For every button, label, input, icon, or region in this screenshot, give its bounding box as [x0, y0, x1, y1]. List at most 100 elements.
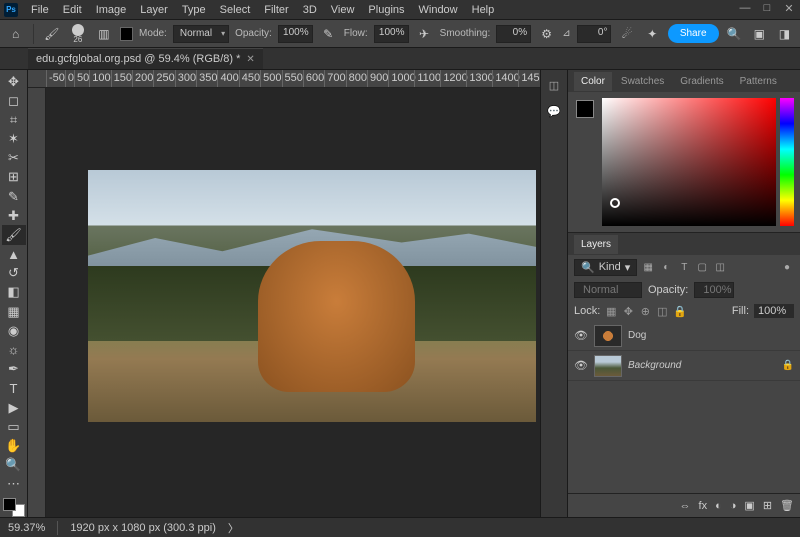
lock-artboard-icon[interactable]: ⊕	[639, 305, 651, 318]
marquee-tool[interactable]: ◻	[2, 91, 26, 110]
layer-name[interactable]: Background	[628, 360, 681, 371]
pen-tool[interactable]: ✒	[2, 360, 26, 379]
menu-window[interactable]: Window	[412, 1, 465, 19]
color-swatches[interactable]	[3, 498, 25, 517]
frame-tool[interactable]: ⊞	[2, 168, 26, 187]
shape-tool[interactable]: ▭	[2, 417, 26, 436]
symmetry-icon[interactable]: ✦	[643, 24, 662, 44]
fill-input[interactable]: 100%	[754, 304, 794, 318]
layer-opacity-input[interactable]: 100%	[694, 282, 734, 298]
smoothing-input[interactable]: 0%	[496, 25, 531, 43]
gradient-tool[interactable]: ▦	[2, 302, 26, 321]
close-button[interactable]: ✕	[782, 2, 796, 15]
menu-type[interactable]: Type	[175, 1, 213, 19]
type-tool[interactable]: T	[2, 379, 26, 398]
close-tab-icon[interactable]: ✕	[246, 54, 254, 65]
filter-kind-select[interactable]: 🔍Kind▾	[574, 259, 637, 276]
menu-select[interactable]: Select	[213, 1, 258, 19]
adjustment-layer-icon[interactable]: ◑	[730, 500, 737, 512]
filter-adjust-icon[interactable]: ◐	[659, 260, 673, 274]
zoom-tool[interactable]: 🔍	[2, 455, 26, 474]
eraser-tool[interactable]: ◧	[2, 283, 26, 302]
panel-tab-gradients[interactable]: Gradients	[673, 72, 730, 91]
lock-pixels-icon[interactable]: ▦	[605, 305, 617, 318]
menu-plugins[interactable]: Plugins	[361, 1, 411, 19]
layer-mask-icon[interactable]: ◐	[715, 500, 722, 512]
edit-toolbar[interactable]: ⋯	[2, 475, 26, 494]
filter-pixel-icon[interactable]: ▦	[641, 260, 655, 274]
brush-settings-icon[interactable]: ▥	[94, 24, 113, 44]
document-canvas[interactable]	[88, 170, 536, 422]
eyedropper-tool[interactable]: ✎	[2, 187, 26, 206]
opacity-pressure-icon[interactable]: ✎	[319, 24, 338, 44]
group-icon[interactable]: ▣	[744, 499, 754, 512]
pressure-size-icon[interactable]: ☄	[617, 24, 636, 44]
hue-slider[interactable]	[780, 98, 794, 226]
share-button[interactable]: Share	[668, 24, 719, 43]
smoothing-options-icon[interactable]: ⚙	[537, 24, 556, 44]
dodge-tool[interactable]: ☼	[2, 340, 26, 359]
panel-tab-patterns[interactable]: Patterns	[733, 72, 784, 91]
filter-shape-icon[interactable]: ▢	[695, 260, 709, 274]
menu-view[interactable]: View	[324, 1, 362, 19]
layer-row[interactable]: 👁Background🔒	[568, 351, 800, 381]
delete-layer-icon[interactable]: 🗑	[780, 499, 794, 512]
brush-color-swatch[interactable]	[120, 27, 134, 41]
cloud-docs-icon[interactable]: ◨	[775, 24, 794, 44]
filter-toggle-icon[interactable]: ●	[780, 260, 794, 274]
status-dimensions[interactable]: 1920 px x 1080 px (300.3 ppi)	[70, 522, 216, 534]
layer-row[interactable]: 👁 Dog	[568, 321, 800, 351]
move-tool[interactable]: ✥	[2, 72, 26, 91]
link-layers-icon[interactable]: ⇔	[680, 500, 691, 512]
blur-tool[interactable]: ◉	[2, 321, 26, 340]
stamp-tool[interactable]: ▲	[2, 245, 26, 264]
menu-layer[interactable]: Layer	[133, 1, 175, 19]
layer-name[interactable]: Dog	[628, 330, 646, 341]
document-tab[interactable]: edu.gcfglobal.org.psd @ 59.4% (RGB/8) * …	[28, 48, 263, 69]
workspace-icon[interactable]: ▣	[750, 24, 769, 44]
dock-icon-2[interactable]: 💬	[545, 102, 563, 120]
panel-tab-color[interactable]: Color	[574, 72, 612, 91]
crop-tool[interactable]: ✂	[2, 149, 26, 168]
menu-edit[interactable]: Edit	[56, 1, 89, 19]
search-icon[interactable]: 🔍	[725, 24, 744, 44]
opacity-input[interactable]: 100%	[278, 25, 313, 43]
blend-mode-select[interactable]: Normal	[173, 25, 229, 43]
brush-preset-picker[interactable]: 26	[67, 23, 88, 45]
dock-icon-1[interactable]: ◫	[545, 76, 563, 94]
visibility-icon[interactable]: 👁	[574, 329, 588, 342]
lasso-tool[interactable]: ⌗	[2, 110, 26, 129]
airbrush-icon[interactable]: ✈	[415, 24, 434, 44]
menu-filter[interactable]: Filter	[257, 1, 295, 19]
quick-select-tool[interactable]: ✶	[2, 130, 26, 149]
layer-thumbnail[interactable]	[594, 355, 622, 377]
new-layer-icon[interactable]: ⊞	[763, 499, 772, 512]
layers-tab[interactable]: Layers	[574, 235, 618, 254]
maximize-button[interactable]: □	[760, 2, 774, 15]
layer-fx-icon[interactable]: fx	[699, 500, 708, 512]
lock-position-icon[interactable]: ✥	[622, 305, 634, 318]
panel-tab-swatches[interactable]: Swatches	[614, 72, 671, 91]
brush-tool[interactable]: 🖌	[2, 225, 26, 244]
menu-help[interactable]: Help	[465, 1, 502, 19]
menu-3d[interactable]: 3D	[296, 1, 324, 19]
menu-file[interactable]: File	[24, 1, 56, 19]
angle-input[interactable]: 0°	[577, 25, 612, 43]
hand-tool[interactable]: ✋	[2, 436, 26, 455]
visibility-icon[interactable]: 👁	[574, 359, 588, 372]
filter-smart-icon[interactable]: ◫	[713, 260, 727, 274]
lock-all-icon[interactable]: 🔒	[673, 305, 685, 318]
layer-thumbnail[interactable]	[594, 325, 622, 347]
lock-nested-icon[interactable]: ◫	[656, 305, 668, 318]
layer-blend-mode-select[interactable]: Normal	[574, 282, 642, 298]
minimize-button[interactable]: —	[738, 2, 752, 15]
filter-type-icon[interactable]: T	[677, 260, 691, 274]
menu-image[interactable]: Image	[89, 1, 134, 19]
flow-input[interactable]: 100%	[374, 25, 409, 43]
healing-tool[interactable]: ✚	[2, 206, 26, 225]
status-zoom[interactable]: 59.37%	[8, 522, 45, 534]
home-icon[interactable]: ⌂	[6, 24, 25, 44]
history-brush-tool[interactable]: ↺	[2, 264, 26, 283]
brush-tool-indicator-icon[interactable]: 🖌	[42, 24, 61, 44]
color-fg-bg-swatches[interactable]	[574, 98, 598, 226]
